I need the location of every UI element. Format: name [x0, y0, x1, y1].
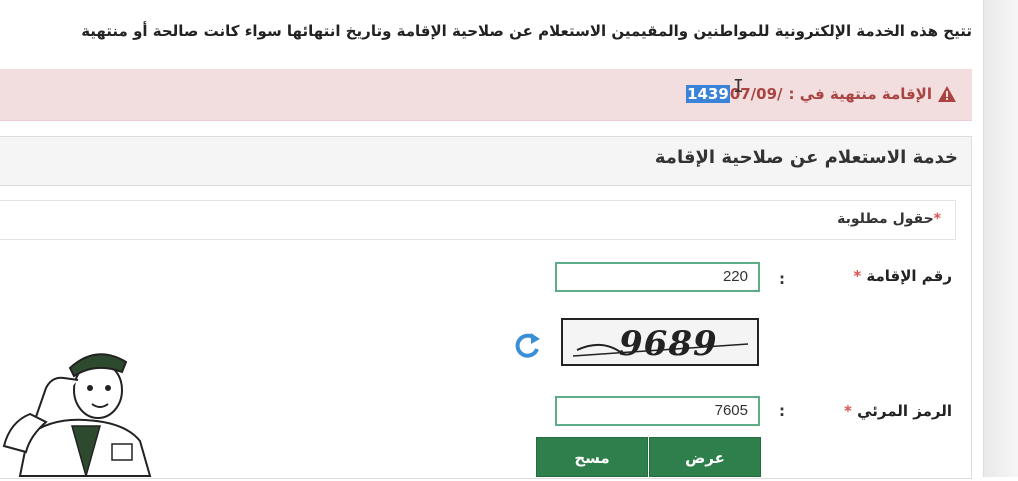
required-note-text: حقول مطلوبة: [837, 211, 934, 227]
refresh-captcha-icon[interactable]: [513, 331, 543, 359]
intro-text: تتيح هذه الخدمة الإلكترونية للمواطنين وا…: [81, 22, 972, 40]
text-cursor-icon: I: [733, 76, 744, 97]
required-note-box: *حقول مطلوبة: [0, 200, 956, 240]
required-star: *: [853, 267, 862, 285]
iqama-label: رقم الإقامة *: [853, 267, 952, 285]
selected-year[interactable]: 1439: [686, 85, 730, 103]
visual-code-input[interactable]: 7605: [555, 396, 760, 426]
scout-mascot-image: [0, 326, 170, 479]
panel-heading: خدمة الاستعلام عن صلاحية الإقامة: [0, 137, 971, 186]
captcha-image: 9689: [561, 318, 759, 366]
alert-label: الإقامة منتهية في :: [788, 85, 932, 103]
colon: :: [779, 270, 785, 288]
required-star: *: [843, 402, 852, 420]
visual-code-label: الرمز المرئي *: [844, 402, 952, 420]
iqama-input[interactable]: 220: [555, 262, 760, 292]
required-star: *: [933, 211, 941, 227]
iqama-label-text: رقم الإقامة: [866, 267, 952, 285]
required-note: *حقول مطلوبة: [837, 211, 941, 227]
clear-button[interactable]: مسح: [536, 437, 648, 477]
warning-icon: [938, 86, 956, 102]
view-button[interactable]: عرض: [649, 437, 761, 477]
colon: :: [779, 402, 785, 420]
page-edge: [983, 0, 1018, 477]
visual-code-label-text: الرمز المرئي: [857, 402, 952, 420]
panel-title: خدمة الاستعلام عن صلاحية الإقامة: [654, 147, 958, 168]
expired-alert: الإقامة منتهية في : 143907/09/: [0, 69, 972, 121]
captcha-text: 9689: [619, 324, 718, 364]
